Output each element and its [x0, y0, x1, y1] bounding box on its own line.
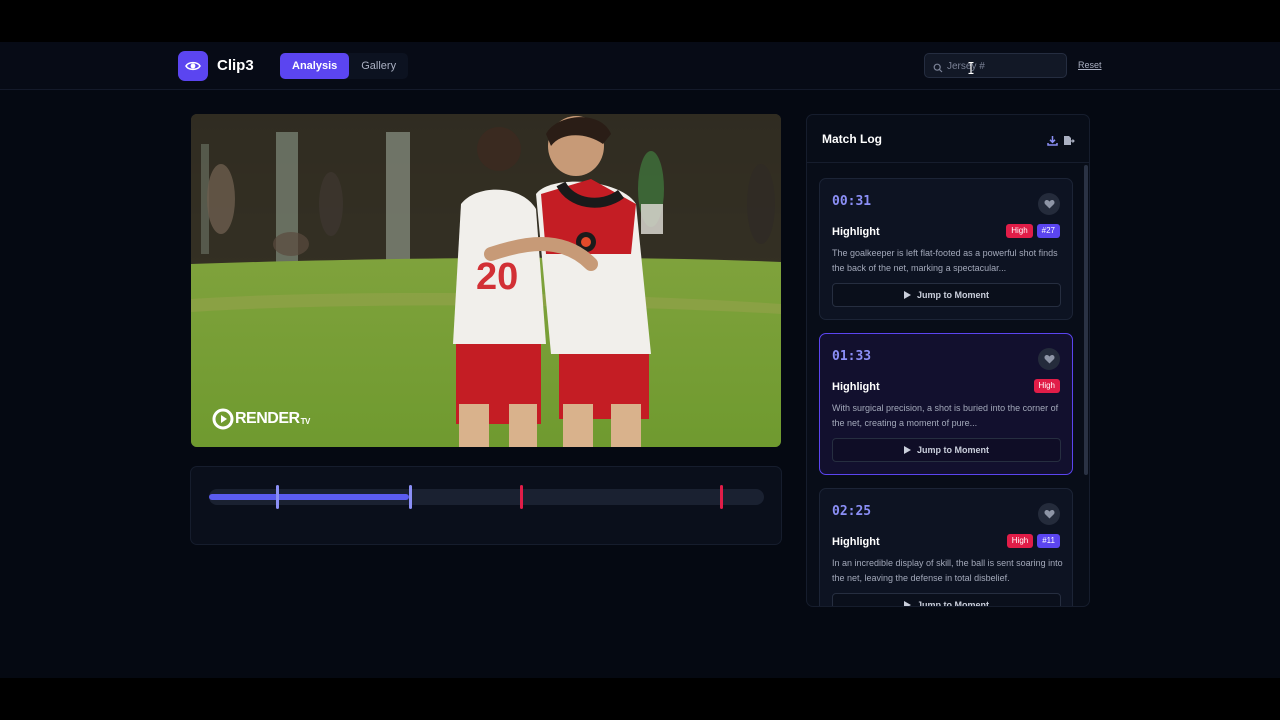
match-log-header: Match Log	[807, 115, 1089, 163]
event-badges: High	[1033, 379, 1060, 393]
match-log-panel: Match Log 00:31 Highlight High #27 The g…	[806, 114, 1090, 607]
jump-to-moment-button[interactable]: Jump to Moment	[832, 438, 1061, 462]
jump-to-moment-button[interactable]: Jump to Moment	[832, 593, 1061, 607]
play-icon	[904, 446, 911, 454]
priority-badge: High	[1006, 224, 1033, 238]
watermark-text: RENDER	[235, 410, 300, 427]
jersey-badge: #11	[1037, 534, 1060, 548]
jump-label: Jump to Moment	[917, 445, 989, 455]
app-window: Clip3 Analysis Gallery Reset	[0, 42, 1280, 678]
priority-badge: High	[1006, 534, 1034, 548]
heart-icon	[1044, 355, 1054, 364]
video-player[interactable]: 20 RENDER TV	[191, 114, 781, 447]
event-description: The goalkeeper is left flat-footed as a …	[832, 248, 1058, 273]
jersey-search-input[interactable]	[947, 57, 1062, 75]
event-card-selected[interactable]: 01:33 Highlight High With surgical preci…	[819, 333, 1073, 475]
heart-icon	[1044, 200, 1054, 209]
download-icon[interactable]	[1047, 133, 1058, 151]
timeline-track[interactable]	[209, 485, 764, 509]
watermark-suffix: TV	[300, 417, 311, 426]
jump-label: Jump to Moment	[917, 290, 989, 300]
play-icon	[904, 601, 911, 606]
timeline-marker[interactable]	[276, 485, 279, 509]
event-label: Highlight	[832, 381, 880, 393]
event-time: 00:31	[832, 194, 872, 209]
timeline-panel	[190, 466, 782, 545]
event-description: In an incredible display of skill, the b…	[832, 558, 1063, 583]
favorite-button[interactable]	[1038, 348, 1060, 370]
play-icon	[904, 291, 911, 299]
jersey-badge: #27	[1036, 224, 1060, 238]
heart-icon	[1044, 510, 1054, 519]
jersey-search[interactable]	[924, 53, 1067, 78]
svg-text:20: 20	[476, 256, 518, 298]
search-icon	[933, 60, 943, 78]
match-log-scrollbar[interactable]	[1084, 165, 1088, 475]
jump-label: Jump to Moment	[917, 600, 989, 607]
favorite-button[interactable]	[1038, 193, 1060, 215]
timeline-marker[interactable]	[409, 485, 412, 509]
event-badges: High #11	[1006, 534, 1060, 548]
timeline-marker[interactable]	[520, 485, 523, 509]
event-card[interactable]: 02:25 Highlight High #11 In an incredibl…	[819, 488, 1073, 607]
text-cursor-icon	[968, 62, 974, 74]
tab-analysis[interactable]: Analysis	[280, 53, 350, 79]
event-label: Highlight	[832, 536, 880, 548]
eye-icon[interactable]	[178, 51, 208, 81]
video-frame: 20	[191, 114, 781, 447]
top-bar: Clip3 Analysis Gallery Reset	[0, 42, 1280, 90]
priority-badge: High	[1033, 379, 1060, 393]
timeline-progress	[209, 494, 409, 500]
export-icon[interactable]	[1063, 133, 1075, 151]
tab-gallery[interactable]: Gallery	[349, 53, 408, 79]
brand-name: Clip3	[217, 57, 254, 74]
event-description: With surgical precision, a shot is burie…	[832, 403, 1059, 428]
timeline-marker[interactable]	[720, 485, 723, 509]
match-log-title: Match Log	[822, 132, 882, 146]
watermark: RENDER TV	[211, 407, 310, 431]
play-logo-icon	[212, 408, 234, 430]
nav-tabs: Analysis Gallery	[280, 53, 409, 79]
event-card[interactable]: 00:31 Highlight High #27 The goalkeeper …	[819, 178, 1073, 320]
favorite-button[interactable]	[1038, 503, 1060, 525]
jump-to-moment-button[interactable]: Jump to Moment	[832, 283, 1061, 307]
event-badges: High #27	[1006, 224, 1060, 238]
event-label: Highlight	[832, 226, 880, 238]
event-time: 01:33	[832, 349, 872, 364]
event-time: 02:25	[832, 504, 872, 519]
reset-link[interactable]: Reset	[1078, 60, 1102, 70]
